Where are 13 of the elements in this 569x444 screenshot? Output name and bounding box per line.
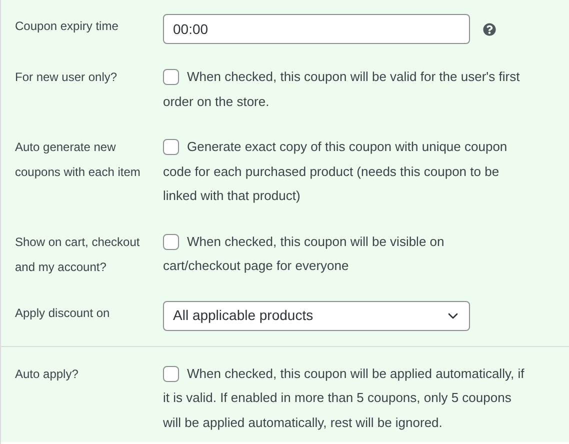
field-label: Auto apply? bbox=[15, 366, 80, 382]
field-label: Apply discount on bbox=[15, 304, 111, 322]
field-label: Show on cart, checkout and my account? bbox=[15, 234, 141, 276]
help-icon[interactable] bbox=[483, 22, 496, 36]
field-label: Auto generate new coupons with each item bbox=[15, 139, 142, 181]
checkbox-option[interactable]: When checked, this coupon will be visible on cart/checkout page for everyone bbox=[163, 230, 525, 278]
field-label: Coupon expiry time bbox=[15, 18, 120, 35]
checkbox-option[interactable]: Generate exact copy of this coupon with unique coupon code for each purchased product (needs this coupon to be linked with that product) bbox=[163, 135, 525, 208]
time-field[interactable]: 00:00 bbox=[163, 14, 470, 44]
discount-select[interactable]: All applicable products bbox=[163, 300, 470, 330]
checkbox-option[interactable]: When checked, this coupon will be applied automatically, if it is valid. If enabled in more than 5 coupons, only 5 coupons will be applied automatically, rest will be ignored. bbox=[163, 362, 525, 435]
field-label: For new user only? bbox=[15, 69, 118, 86]
checkbox-option[interactable]: When checked, this coupon will be valid for the user's first order on the store. bbox=[163, 65, 525, 114]
